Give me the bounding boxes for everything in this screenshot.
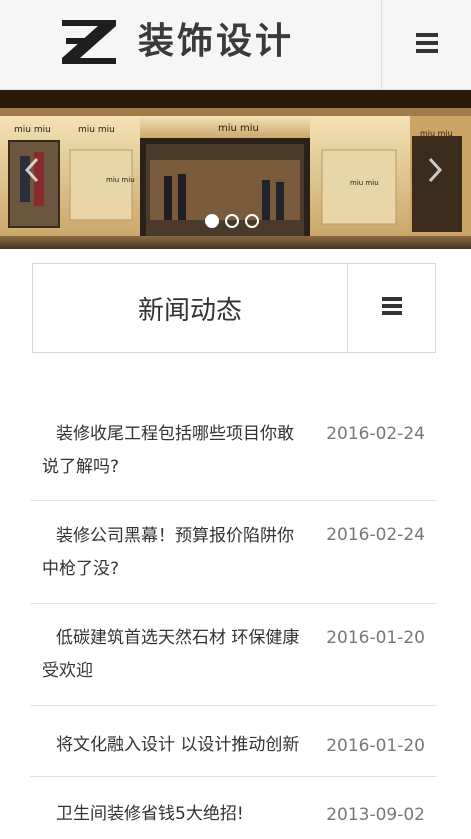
- news-item[interactable]: 装修收尾工程包括哪些项目你敢说了解吗? 2016-02-24: [30, 400, 437, 501]
- page: 装饰设计 miu miu miu miu miu miu miu miu miu…: [0, 0, 471, 839]
- news-section-header: 新闻动态: [32, 263, 436, 353]
- news-item[interactable]: 低碳建筑首选天然石材 环保健康受欢迎 2016-01-20: [30, 604, 437, 706]
- carousel-next-button[interactable]: [421, 152, 449, 188]
- news-title[interactable]: 低碳建筑首选天然石材 环保健康受欢迎: [30, 622, 302, 688]
- hamburger-menu-icon: [415, 32, 438, 58]
- brand-sign: miu miu: [106, 176, 135, 184]
- carousel-dot-3[interactable]: [245, 214, 259, 228]
- news-item[interactable]: 装修公司黑幕！预算报价陷阱你中枪了没? 2016-02-24: [30, 501, 437, 604]
- banner-carousel[interactable]: miu miu miu miu miu miu miu miu miu miu …: [0, 90, 471, 249]
- news-title[interactable]: 装修收尾工程包括哪些项目你敢说了解吗?: [30, 418, 302, 484]
- news-date: 2016-02-24: [326, 424, 425, 444]
- chevron-right-icon: [426, 156, 444, 184]
- section-menu-button[interactable]: [348, 264, 435, 352]
- z-logo-icon: [60, 18, 118, 66]
- section-title: 新闻动态: [33, 264, 348, 352]
- site-header: 装饰设计: [0, 0, 471, 90]
- news-date: 2016-02-24: [326, 525, 425, 545]
- brand-sign: miu miu: [350, 179, 379, 187]
- hamburger-menu-icon: [381, 296, 402, 320]
- news-title[interactable]: 装修公司黑幕！预算报价陷阱你中枪了没?: [30, 520, 302, 586]
- chevron-left-icon: [23, 156, 41, 184]
- news-date: 2013-09-02: [326, 805, 425, 825]
- brand-sign: miu miu: [14, 125, 51, 135]
- carousel-prev-button[interactable]: [18, 152, 46, 188]
- news-item[interactable]: 将文化融入设计 以设计推动创新 2016-01-20: [30, 706, 437, 777]
- news-date: 2016-01-20: [326, 736, 425, 756]
- brand-sign: miu miu: [420, 129, 453, 138]
- news-title[interactable]: 将文化融入设计 以设计推动创新: [30, 729, 302, 762]
- brand-sign: miu miu: [218, 123, 259, 134]
- carousel-indicators: [205, 214, 259, 228]
- carousel-dot-1[interactable]: [205, 214, 219, 228]
- site-logo[interactable]: 装饰设计: [60, 16, 294, 68]
- news-title[interactable]: 卫生间装修省钱5大绝招!: [30, 798, 302, 831]
- news-date: 2016-01-20: [326, 628, 425, 648]
- news-item[interactable]: 卫生间装修省钱5大绝招! 2013-09-02: [30, 777, 437, 837]
- header-menu-button[interactable]: [381, 0, 471, 90]
- news-list: 装修收尾工程包括哪些项目你敢说了解吗? 2016-02-24 装修公司黑幕！预算…: [30, 400, 437, 837]
- carousel-dot-2[interactable]: [225, 214, 239, 228]
- logo-text: 装饰设计: [138, 21, 295, 62]
- brand-sign: miu miu: [78, 125, 115, 135]
